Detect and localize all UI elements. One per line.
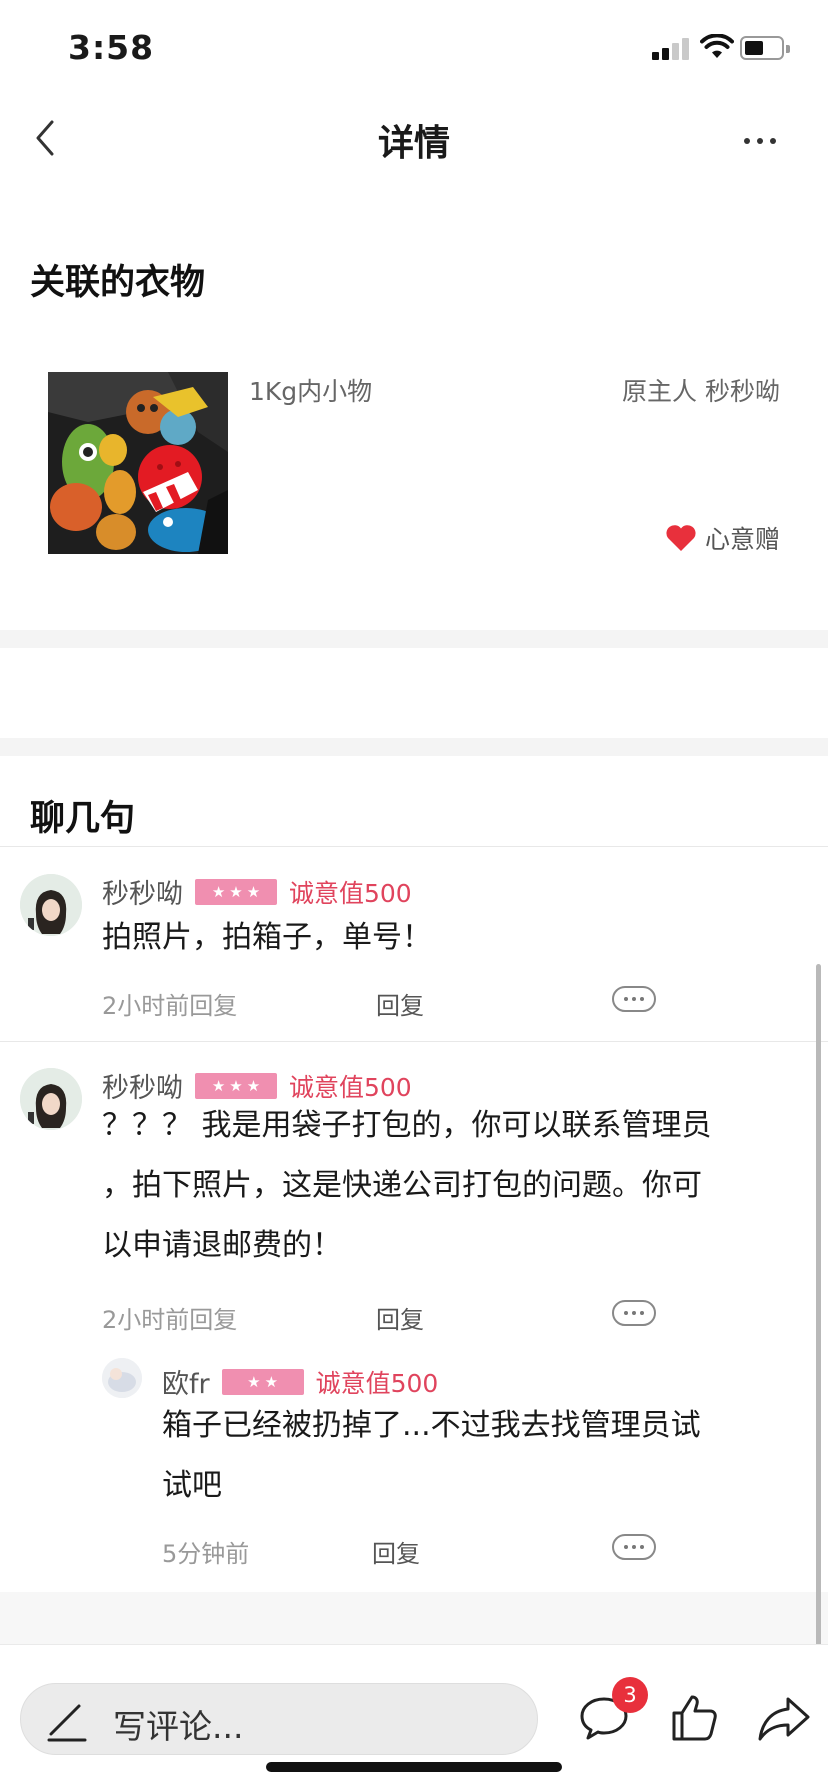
avatar[interactable] xyxy=(20,874,82,936)
related-item-card[interactable]: 1Kg内小物 原主人 秒秒呦 心意赠 xyxy=(48,372,784,554)
thumbs-up-icon[interactable] xyxy=(666,1689,722,1745)
item-type-badge: 心意赠 xyxy=(665,520,780,556)
comment-text: ？？？ 我是用袋子打包的，你可以联系管理员 ，拍下照片，这是快递公司打包的问题。… xyxy=(102,1096,712,1276)
related-clothes-title: 关联的衣物 xyxy=(30,263,206,303)
reply-button[interactable]: 回复 xyxy=(376,986,424,1021)
star-level-badge: ★★★ xyxy=(195,878,277,905)
reply-time: 5分钟前 xyxy=(162,1540,250,1568)
reply-text-line: 箱子已经被扔掉了...不过我去找管理员试 xyxy=(162,1408,701,1443)
avatar[interactable] xyxy=(102,1358,142,1398)
scrollbar[interactable] xyxy=(816,964,821,1736)
comment-input-placeholder: 写评论... xyxy=(113,1707,244,1746)
item-name: 1Kg内小物 xyxy=(249,377,373,406)
sincerity-value: 诚意值500 xyxy=(289,878,412,908)
star-level-badge: ★★★ xyxy=(195,1072,277,1099)
star-level-badge: ★★ xyxy=(221,1368,304,1395)
chat-section-title: 聊几句 xyxy=(30,799,136,839)
comment-text-line: 以申请退邮费的！ xyxy=(102,1228,342,1263)
list-footer xyxy=(0,1592,828,1644)
more-icon[interactable] xyxy=(612,1534,656,1560)
reply-button[interactable]: 回复 xyxy=(372,1534,420,1569)
comment-item: 秒秒呦 ★★★ 诚意值500 拍照片，拍箱子，单号！ 2小时前回复 回复 xyxy=(0,846,828,1042)
home-indicator[interactable] xyxy=(266,1762,562,1772)
reply-text-line: 试吧 xyxy=(162,1468,222,1503)
wifi-icon xyxy=(700,34,734,58)
item-thumbnail[interactable] xyxy=(48,372,228,554)
comment-item: 秒秒呦 ★★★ 诚意值500 ？？？ 我是用袋子打包的，你可以联系管理员 ，拍下… xyxy=(0,1042,828,1358)
comment-time: 2小时前回复 xyxy=(102,1306,238,1334)
nav-bar: 详情 xyxy=(0,96,828,184)
comment-text-line: ，拍下照片，这是快递公司打包的问题。你可 xyxy=(102,1168,702,1203)
cellular-signal-icon xyxy=(652,38,690,60)
item-owner[interactable]: 原主人 秒秒呦 xyxy=(622,372,780,408)
comment-text-line: 拍照片，拍箱子，单号！ xyxy=(102,920,432,955)
sincerity-value: 诚意值500 xyxy=(315,1368,439,1398)
status-time: 3:58 xyxy=(68,28,155,67)
section-divider xyxy=(0,630,828,648)
comment-text-line: ？？？ 我是用袋子打包的，你可以联系管理员 xyxy=(102,1108,712,1143)
status-bar: 3:58 xyxy=(0,0,828,96)
avatar[interactable] xyxy=(20,1068,82,1130)
comment-username[interactable]: 秒秒呦 xyxy=(102,872,183,911)
reply-item: 欧fr ★★ 诚意值500 箱子已经被扔掉了...不过我去找管理员试 试吧 5分… xyxy=(0,1358,828,1592)
comment-text: 拍照片，拍箱子，单号！ xyxy=(102,908,432,968)
reply-button[interactable]: 回复 xyxy=(376,1300,424,1335)
comment-input[interactable]: 写评论... xyxy=(20,1683,538,1755)
more-icon[interactable] xyxy=(612,1300,656,1326)
pencil-icon xyxy=(47,1704,87,1742)
heart-icon xyxy=(666,525,696,551)
more-options-icon[interactable] xyxy=(736,116,784,164)
page-title: 详情 xyxy=(377,123,450,164)
reply-text: 箱子已经被扔掉了...不过我去找管理员试 试吧 xyxy=(162,1396,701,1516)
section-divider xyxy=(0,738,828,756)
more-icon[interactable] xyxy=(612,986,656,1012)
battery-icon xyxy=(740,36,790,60)
item-type-label: 心意赠 xyxy=(704,525,780,554)
comment-count-badge: 3 xyxy=(612,1677,648,1713)
share-icon[interactable] xyxy=(756,1689,812,1745)
comment-time: 2小时前回复 xyxy=(102,992,238,1020)
comment-user-row: 秒秒呦 ★★★ 诚意值500 xyxy=(102,872,412,911)
